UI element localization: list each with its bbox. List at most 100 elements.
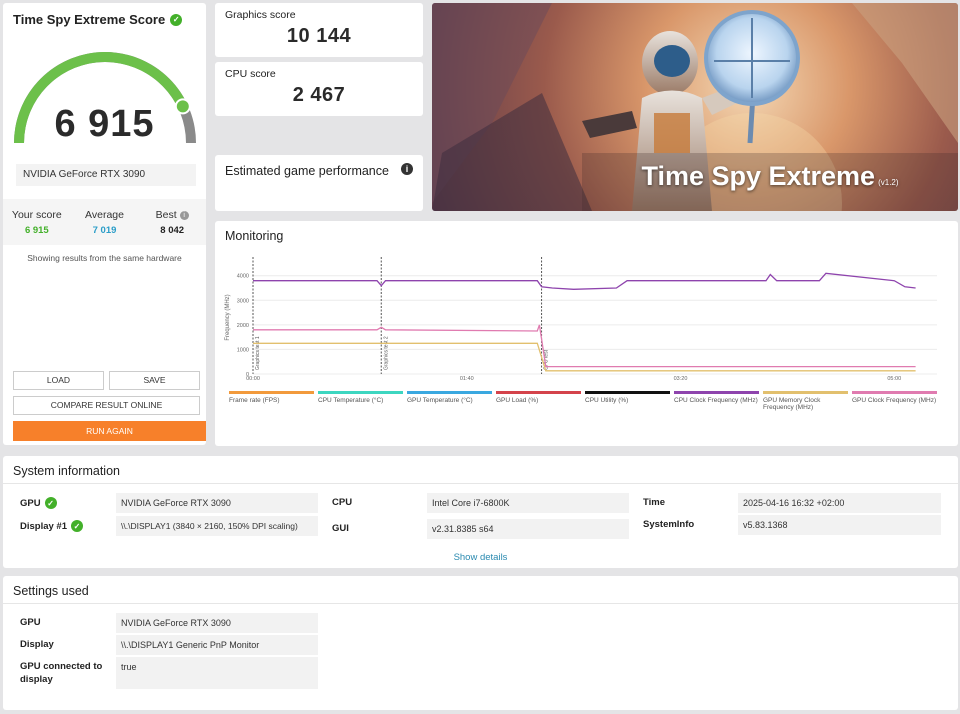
test-marker-label: Graphics test 2 — [383, 336, 389, 370]
same-hardware-note: Showing results from the same hardware — [27, 253, 182, 263]
test-marker-label: Graphics test 1 — [255, 336, 261, 370]
sysinfo-display-label-row: Display #1 ✓ — [20, 520, 83, 532]
x-tick-label: 03:20 — [674, 376, 688, 382]
sysinfo-gpu-label-row: GPU ✓ — [20, 497, 57, 509]
settings-used-card: Settings used GPU NVIDIA GeForce RTX 309… — [3, 576, 958, 710]
legend-item[interactable]: GPU Clock Frequency (MHz) — [852, 391, 941, 411]
your-score-value: 6 915 — [24, 225, 49, 236]
settings-connected-value: true — [116, 657, 318, 689]
legend-swatch — [496, 391, 581, 394]
benchmark-banner: Time Spy Extreme (v1.2) — [432, 3, 958, 211]
info-icon[interactable]: i — [401, 163, 413, 175]
score-card: Time Spy Extreme Score ✓ 6 915 NVIDIA Ge… — [3, 3, 206, 445]
y-tick-label: 1000 — [237, 347, 249, 353]
save-button[interactable]: SAVE — [109, 371, 200, 390]
your-score-label: Your score — [11, 209, 62, 221]
y-tick-label: 4000 — [237, 274, 249, 280]
sysinfo-time-label: Time — [643, 497, 666, 508]
graphics-score-value: 10 144 — [286, 25, 352, 47]
x-tick-label: 05:00 — [887, 376, 901, 382]
show-details-link[interactable]: Show details — [3, 552, 958, 563]
sysinfo-time-value: 2025-04-16 16:32 +02:00 — [738, 493, 941, 513]
sysinfo-gui-label: GUI — [332, 523, 349, 534]
best-value: 8 042 — [160, 225, 185, 236]
check-icon: ✓ — [71, 520, 83, 532]
average-label: Average — [85, 209, 124, 221]
legend-swatch — [763, 391, 848, 394]
banner-title: Time Spy Extreme (v1.2) — [582, 161, 958, 192]
settings-used-title: Settings used — [13, 584, 89, 598]
gpu-name: NVIDIA GeForce RTX 3090 — [16, 164, 196, 186]
score-title-row: Time Spy Extreme Score ✓ — [13, 12, 183, 27]
legend-label: CPU Temperature (°C) — [318, 397, 384, 404]
estimated-performance-card: Estimated game performance i — [215, 155, 423, 211]
graphics-score-card: Graphics score 10 144 — [215, 3, 423, 57]
monitoring-chart[interactable]: 01000200030004000Frequency (MHz)00:00 01:… — [215, 221, 958, 389]
legend-item[interactable]: GPU Temperature (°C) — [407, 391, 496, 411]
legend-item[interactable]: Frame rate (FPS) — [229, 391, 318, 411]
score-stats: Your score 6 915 Average 7 019 Best i 8 … — [3, 199, 206, 245]
legend-label: GPU Temperature (°C) — [407, 397, 473, 404]
legend-swatch — [585, 391, 670, 394]
monitoring-card: Monitoring 0 1000 2000 3000 4000 Frequency (M… — [215, 221, 958, 446]
series-line — [253, 324, 916, 368]
sysinfo-gpu-label: GPU — [20, 497, 41, 509]
legend-item[interactable]: GPU Load (%) — [496, 391, 585, 411]
legend-swatch — [407, 391, 492, 394]
legend-swatch — [229, 391, 314, 394]
settings-display-label: Display — [20, 639, 54, 650]
cpu-score-card: CPU score 2 467 — [215, 62, 423, 116]
run-again-button[interactable]: RUN AGAIN — [13, 421, 206, 441]
average-stat: Average 7 019 — [71, 199, 139, 245]
legend-swatch — [852, 391, 937, 394]
overall-score: 6 915 — [54, 103, 155, 145]
legend-label: GPU Load (%) — [496, 397, 539, 404]
sysinfo-cpu-value: Intel Core i7-6800K — [427, 493, 629, 513]
legend-label: CPU Utility (%) — [585, 397, 629, 404]
sysinfo-cpu-label: CPU — [332, 497, 353, 508]
system-information-card: System information GPU ✓ NVIDIA GeForce … — [3, 456, 958, 568]
legend-item[interactable]: CPU Temperature (°C) — [318, 391, 407, 411]
x-tick-label: 00:00 — [246, 376, 260, 382]
legend-label: Frame rate (FPS) — [229, 397, 280, 404]
check-icon: ✓ — [170, 13, 183, 26]
legend-item[interactable]: GPU Memory Clock Frequency (MHz) — [763, 391, 852, 411]
legend-item[interactable]: CPU Utility (%) — [585, 391, 674, 411]
legend-swatch — [318, 391, 403, 394]
cpu-score-label: CPU score — [225, 68, 276, 80]
estimated-performance-title: Estimated game performance — [225, 164, 389, 178]
legend-label: CPU Clock Frequency (MHz) — [674, 397, 758, 404]
settings-gpu-label: GPU — [20, 617, 41, 628]
settings-connected-label: GPU connected to display — [20, 661, 103, 685]
legend-label: GPU Clock Frequency (MHz) — [852, 397, 937, 404]
info-icon[interactable]: i — [179, 210, 189, 220]
best-label: Best — [155, 209, 177, 221]
check-icon: ✓ — [44, 497, 57, 509]
y-tick-label: 2000 — [237, 323, 249, 329]
y-tick-label: 3000 — [237, 298, 249, 304]
divider — [3, 483, 958, 484]
best-stat: Best i 8 042 — [138, 199, 206, 245]
banner-title-text: Time Spy Extreme — [641, 161, 876, 191]
system-information-title: System information — [13, 464, 120, 478]
banner-version: (v1.2) — [878, 178, 899, 187]
sysinfo-display-label: Display #1 — [20, 520, 67, 532]
sysinfo-gui-value: v2.31.8385 s64 — [427, 519, 629, 539]
sysinfo-gpu-value: NVIDIA GeForce RTX 3090 — [116, 493, 318, 513]
settings-gpu-value: NVIDIA GeForce RTX 3090 — [116, 613, 318, 633]
compare-online-button[interactable]: COMPARE RESULT ONLINE — [13, 396, 200, 415]
settings-display-value: \\.\DISPLAY1 Generic PnP Monitor — [116, 635, 318, 655]
sysinfo-systeminfo-value: v5.83.1368 — [738, 515, 941, 535]
legend-label: GPU Memory Clock Frequency (MHz) — [763, 397, 821, 411]
best-label-row: Best i — [138, 209, 206, 221]
sysinfo-systeminfo-label: SystemInfo — [643, 519, 695, 530]
sysinfo-display-value: \\.\DISPLAY1 (3840 × 2160, 150% DPI scal… — [116, 516, 318, 536]
chart-legend: Frame rate (FPS) CPU Temperature (°C) GPU … — [229, 391, 945, 411]
legend-swatch — [674, 391, 759, 394]
legend-item[interactable]: CPU Clock Frequency (MHz) — [674, 391, 763, 411]
x-tick-label: 01:40 — [460, 376, 474, 382]
average-value: 7 019 — [92, 225, 117, 236]
your-score-stat: Your score 6 915 — [3, 199, 71, 245]
divider — [3, 603, 958, 604]
load-button[interactable]: LOAD — [13, 371, 104, 390]
